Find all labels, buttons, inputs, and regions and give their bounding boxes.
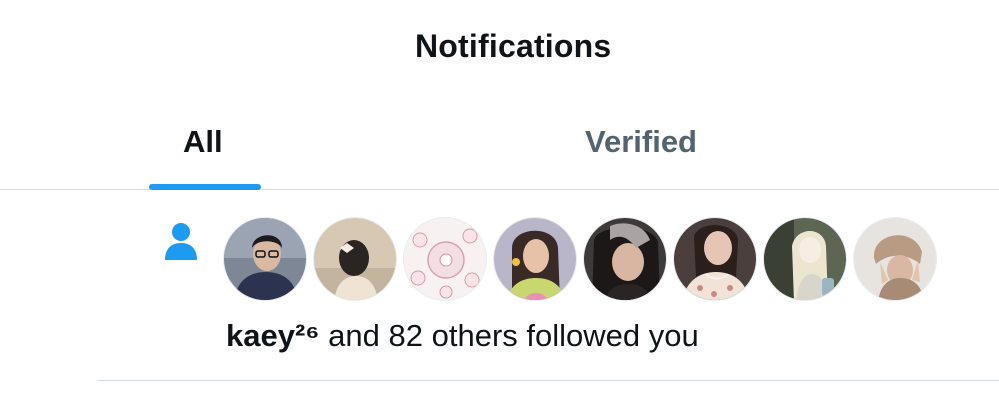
divider <box>97 380 999 381</box>
avatar[interactable] <box>583 217 667 301</box>
person-icon <box>163 222 199 262</box>
notification-message: and 82 others followed you <box>319 318 699 353</box>
tab-verified[interactable]: Verified <box>585 124 697 160</box>
tab-all[interactable]: All <box>183 124 223 160</box>
tab-bar: All Verified <box>0 100 999 190</box>
avatar[interactable] <box>673 217 757 301</box>
user-name[interactable]: kaey²⁶ <box>226 318 320 353</box>
avatar[interactable] <box>853 217 937 301</box>
page-title: Notifications <box>415 28 612 64</box>
avatar[interactable] <box>313 217 397 301</box>
avatar[interactable] <box>223 217 307 301</box>
avatar[interactable] <box>493 217 577 301</box>
avatar[interactable] <box>763 217 847 301</box>
avatar[interactable] <box>403 217 487 301</box>
follow-notification[interactable]: kaey²⁶ and 82 others followed you <box>0 190 999 381</box>
notification-text[interactable]: kaey²⁶ and 82 others followed you <box>226 316 699 356</box>
